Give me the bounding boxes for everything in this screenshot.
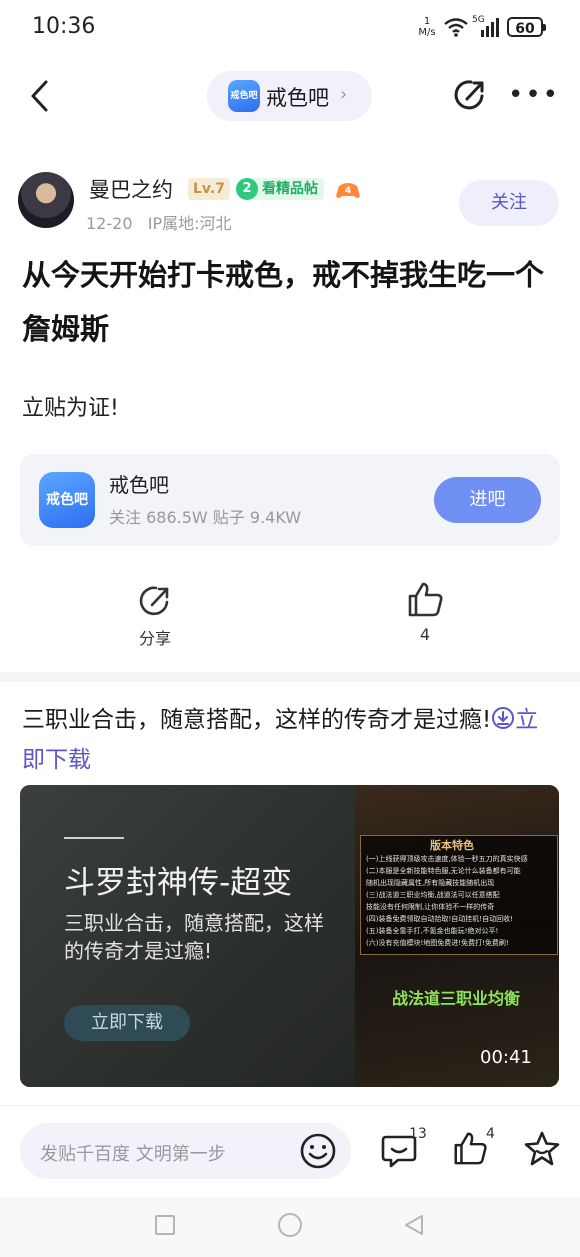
like-count: 4 bbox=[419, 625, 431, 644]
featured-badge-number: 2 bbox=[236, 178, 258, 200]
video-duration: 00:41 bbox=[480, 1047, 532, 1068]
ad-panel-line: (二)本服是全新技能特色服,无论什么装备都有可能 bbox=[366, 867, 521, 875]
ad-slogan: 三职业合击，随意搭配，这样的传奇才是过瘾! bbox=[64, 911, 324, 963]
home-icon[interactable] bbox=[278, 1213, 302, 1237]
recent-apps-icon[interactable] bbox=[155, 1215, 175, 1235]
post-body: 立贴为证! bbox=[22, 396, 119, 421]
net-speed-value: 1 bbox=[423, 16, 431, 27]
forum-card-logo: 戒色吧 bbox=[39, 472, 95, 528]
ad-panel-line: 技能没有任何限制,让你体验不一样的传奇 bbox=[366, 903, 495, 911]
more-icon[interactable]: ••• bbox=[508, 80, 558, 110]
gamepad-icon: 4 bbox=[336, 183, 360, 198]
battery-tip bbox=[543, 24, 546, 31]
download-icon bbox=[492, 707, 515, 729]
level-badge: Lv.7 bbox=[188, 178, 230, 200]
game-badge-number: 4 bbox=[345, 186, 351, 196]
share-icon[interactable] bbox=[137, 583, 173, 619]
battery-indicator: 60 bbox=[507, 17, 543, 37]
ad-game-title: 斗罗封神传-超变 bbox=[64, 865, 293, 901]
signal-icon bbox=[481, 18, 499, 37]
ad-decor-line bbox=[64, 837, 124, 839]
forum-logo: 戒色吧 bbox=[228, 80, 260, 112]
section-divider bbox=[0, 672, 580, 682]
ad-panel-line: (六)没有充值模块!地图免费进!免费打!免费刷! bbox=[366, 939, 509, 947]
forum-card-stats: 关注 686.5W 贴子 9.4KW bbox=[109, 508, 302, 527]
forum-name: 戒色吧 bbox=[266, 86, 329, 110]
net-speed: 1 M/s bbox=[416, 16, 438, 38]
chevron-right-icon: › bbox=[340, 84, 348, 105]
ad-panel-title: 版本特色 bbox=[430, 839, 474, 852]
ad-subtitle: 战法道三职业均衡 bbox=[392, 989, 521, 1008]
enter-forum-button[interactable]: 进吧 bbox=[434, 477, 541, 523]
share-icon[interactable] bbox=[452, 77, 488, 113]
comment-count: 13 bbox=[409, 1126, 427, 1142]
ad-download-button[interactable]: 立即下载 bbox=[64, 1005, 190, 1041]
ad-text[interactable]: 三职业合击，随意搭配，这样的传奇才是过瘾! 立即下载 bbox=[22, 700, 547, 780]
ad-panel-line: (四)装备免费领取自动拾取!自动挂机!自动回收! bbox=[366, 915, 513, 923]
ad-description: 三职业合击，随意搭配，这样的传奇才是过瘾! bbox=[22, 707, 492, 733]
forum-card-name: 戒色吧 bbox=[109, 473, 169, 497]
ad-panel-line: (三)战法道三职业均衡,战道法可以任意搭配 bbox=[366, 891, 500, 899]
ad-panel-line: (一)上线获得顶级攻击速度,体验一秒五刀的真实快感 bbox=[366, 855, 528, 863]
like-count-bottom: 4 bbox=[486, 1126, 495, 1142]
author-name[interactable]: 曼巴之约 bbox=[89, 174, 173, 204]
share-label[interactable]: 分享 bbox=[137, 625, 173, 649]
ad-video[interactable]: 斗罗封神传-超变 三职业合击，随意搭配，这样的传奇才是过瘾! 立即下载 版本特色… bbox=[20, 785, 559, 1087]
thumbs-up-icon[interactable] bbox=[405, 580, 445, 618]
ad-panel-line: (五)装备全靠手打,不氪金也能玩!绝对公平! bbox=[366, 927, 499, 935]
chevron-left-icon[interactable] bbox=[22, 76, 58, 116]
post-meta: 12-20 IP属地:河北 bbox=[86, 210, 232, 234]
wifi-icon bbox=[444, 18, 468, 37]
post-title: 从今天开始打卡戒色，戒不掉我生吃一个詹姆斯 bbox=[22, 258, 545, 346]
featured-badge[interactable]: 看精品帖 bbox=[252, 178, 324, 200]
ad-panel-line: 随机出现隐藏属性,所有隐藏技能随机出现 bbox=[366, 879, 495, 887]
star-icon[interactable] bbox=[523, 1130, 561, 1168]
net-speed-unit: M/s bbox=[418, 27, 436, 38]
ip-location: IP属地:河北 bbox=[147, 214, 232, 233]
emoji-icon[interactable] bbox=[299, 1132, 337, 1170]
avatar[interactable] bbox=[18, 172, 74, 228]
status-time: 10:36 bbox=[32, 14, 96, 39]
comment-placeholder: 发贴千百度 文明第一步 bbox=[40, 1144, 226, 1165]
back-triangle-icon[interactable] bbox=[402, 1213, 426, 1237]
thumbs-up-icon[interactable] bbox=[451, 1129, 489, 1167]
post-date: 12-20 bbox=[86, 214, 133, 233]
ad-panel-lines: (一)上线获得顶级攻击速度,体验一秒五刀的真实快感 (二)本服是全新技能特色服,… bbox=[366, 853, 554, 949]
follow-button[interactable]: 关注 bbox=[459, 180, 559, 226]
